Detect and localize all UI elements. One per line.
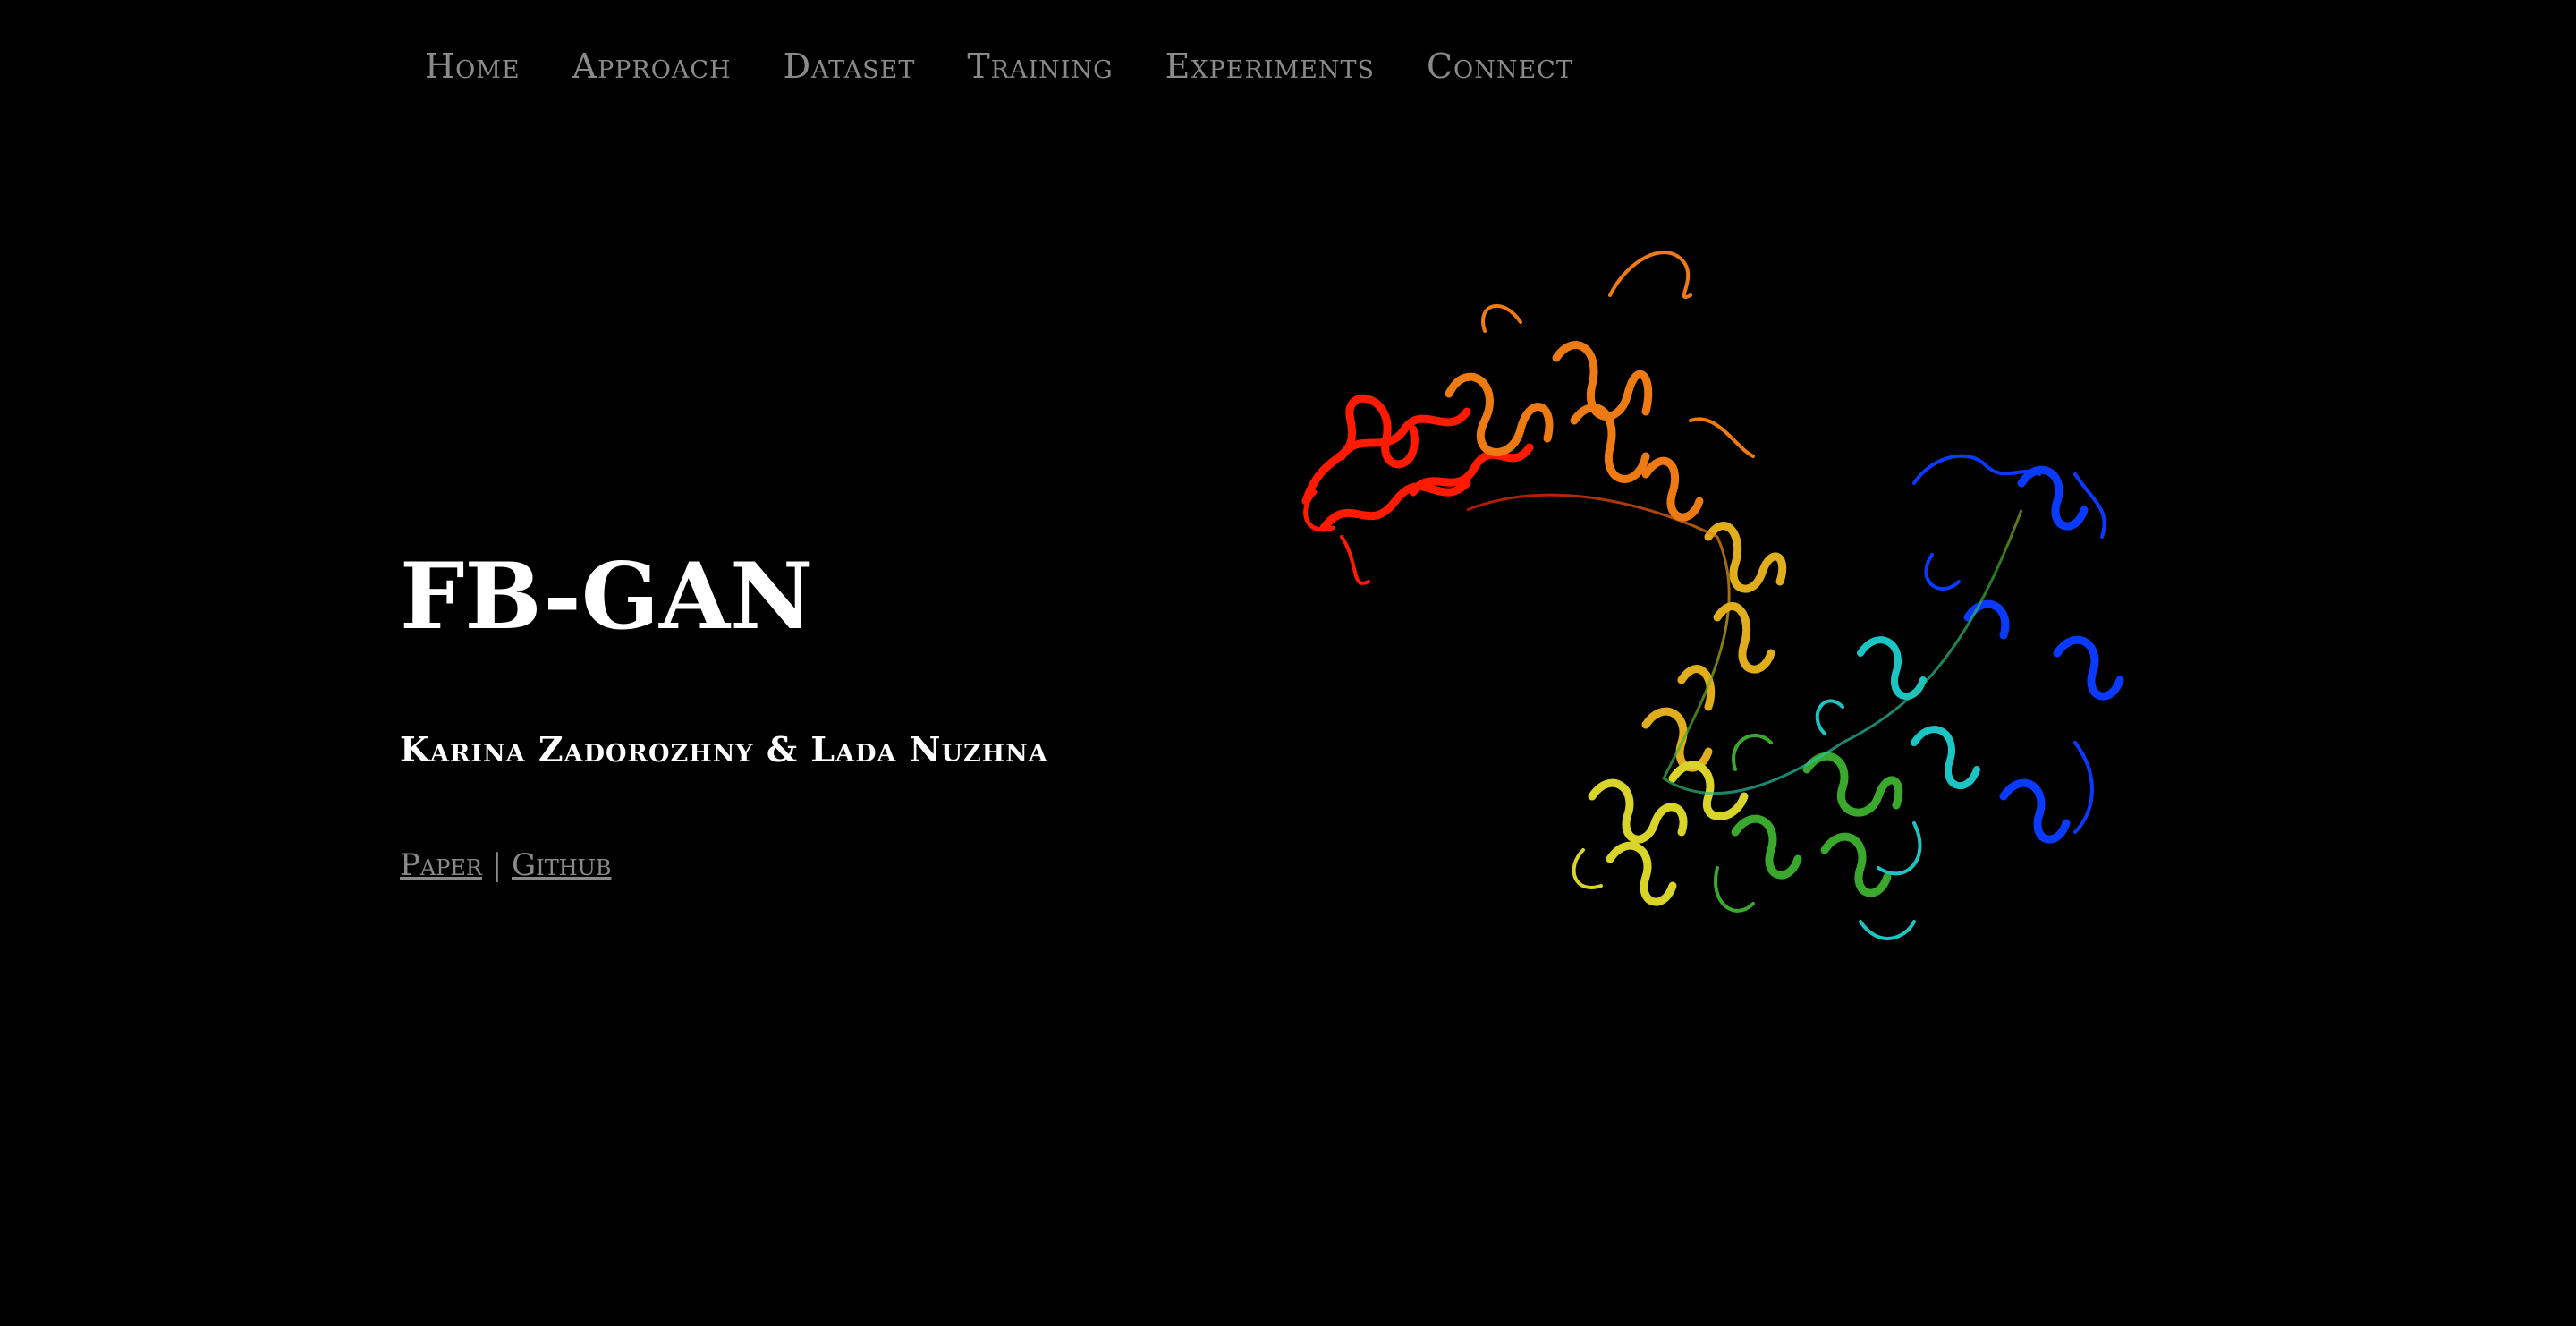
nav-item-connect[interactable]: Connect: [1427, 47, 1573, 86]
helix-cluster-red: [1301, 394, 1534, 585]
helix-cluster-gold: [1641, 522, 1787, 772]
nav-item-experiments[interactable]: Experiments: [1165, 47, 1375, 86]
nav-item-home[interactable]: Home: [425, 47, 521, 86]
page-title: FB-GAN: [400, 543, 814, 650]
top-nav: Home Approach Dataset Training Experimen…: [425, 47, 1625, 86]
hero-links: Paper | Github: [400, 846, 612, 885]
helix-cluster-yellow: [1572, 761, 1749, 906]
nav-item-training[interactable]: Training: [967, 47, 1113, 86]
authors-line: Karina Zadorozhny & Lada Nuzhna: [400, 729, 1048, 769]
helix-cluster-green: [1714, 733, 1903, 913]
helix-cluster-blue: [1912, 454, 2124, 844]
helix-cluster-orange: [1445, 251, 1755, 522]
link-separator: |: [491, 847, 503, 883]
nav-item-dataset[interactable]: Dataset: [784, 47, 916, 86]
nav-item-approach[interactable]: Approach: [572, 47, 732, 86]
protein-structure-image: [1301, 251, 2124, 940]
github-link[interactable]: Github: [512, 847, 611, 883]
paper-link[interactable]: Paper: [400, 847, 482, 883]
